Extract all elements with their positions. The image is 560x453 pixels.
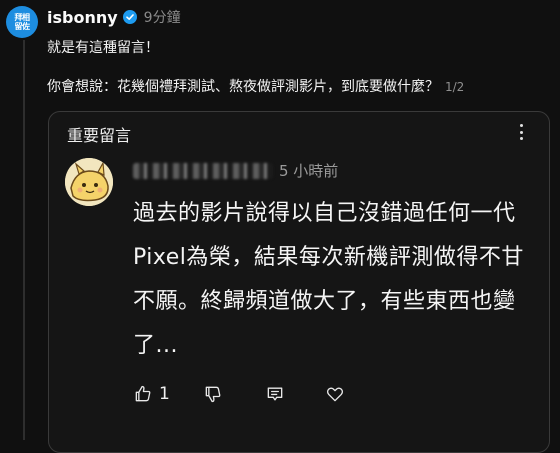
post-text-line-2-text: 你會想說：花幾個禮拜測試、熬夜做評測影片，到底要做什麼？ [47,79,439,95]
reply-button[interactable] [265,384,325,404]
post-text-line-1: 就是有這種留言！ [47,40,159,56]
thumbs-down-icon [205,386,221,403]
post-text-line-2: 你會想說：花幾個禮拜測試、熬夜做評測影片，到底要做什麼？ 1/2 [47,76,464,96]
commenter-avatar[interactable] [65,158,113,206]
avatar-text-bottom: 留佐 [14,22,31,31]
post-header: isbonny 9分鐘 [47,6,181,28]
commenter-meta: 5 小時前 [133,160,338,181]
comment-actions: 1 [133,384,345,404]
reply-icon [267,387,283,401]
comment-time: 5 小時前 [279,162,339,180]
dislike-button[interactable] [203,384,265,404]
thumbs-up-icon [135,385,151,402]
thread-line [23,40,25,440]
avatar[interactable]: 拜相 留佐 [6,6,38,38]
page-indicator: 1/2 [445,80,465,94]
post-time: 9分鐘 [143,10,181,26]
heart-button[interactable] [325,384,345,404]
avatar-text-top: 拜相 [14,13,31,22]
comment-body: 過去的影片說得以自己沒錯過任何一代Pixel為榮，結果每次新機評測做得不甘不願。… [133,201,524,358]
like-count: 1 [159,384,170,404]
quoted-comment-card[interactable]: 重要留言 5 小時前 過去的影片說得以自己沒錯過任何一代Pixel為榮，結果每次… [48,111,550,453]
like-button[interactable]: 1 [133,384,203,404]
verified-icon [122,10,137,24]
username[interactable]: isbonny [47,8,118,27]
heart-icon [326,387,344,402]
commenter-name-blurred[interactable] [133,162,273,179]
card-title: 重要留言 [67,126,132,145]
more-icon[interactable] [517,122,525,142]
